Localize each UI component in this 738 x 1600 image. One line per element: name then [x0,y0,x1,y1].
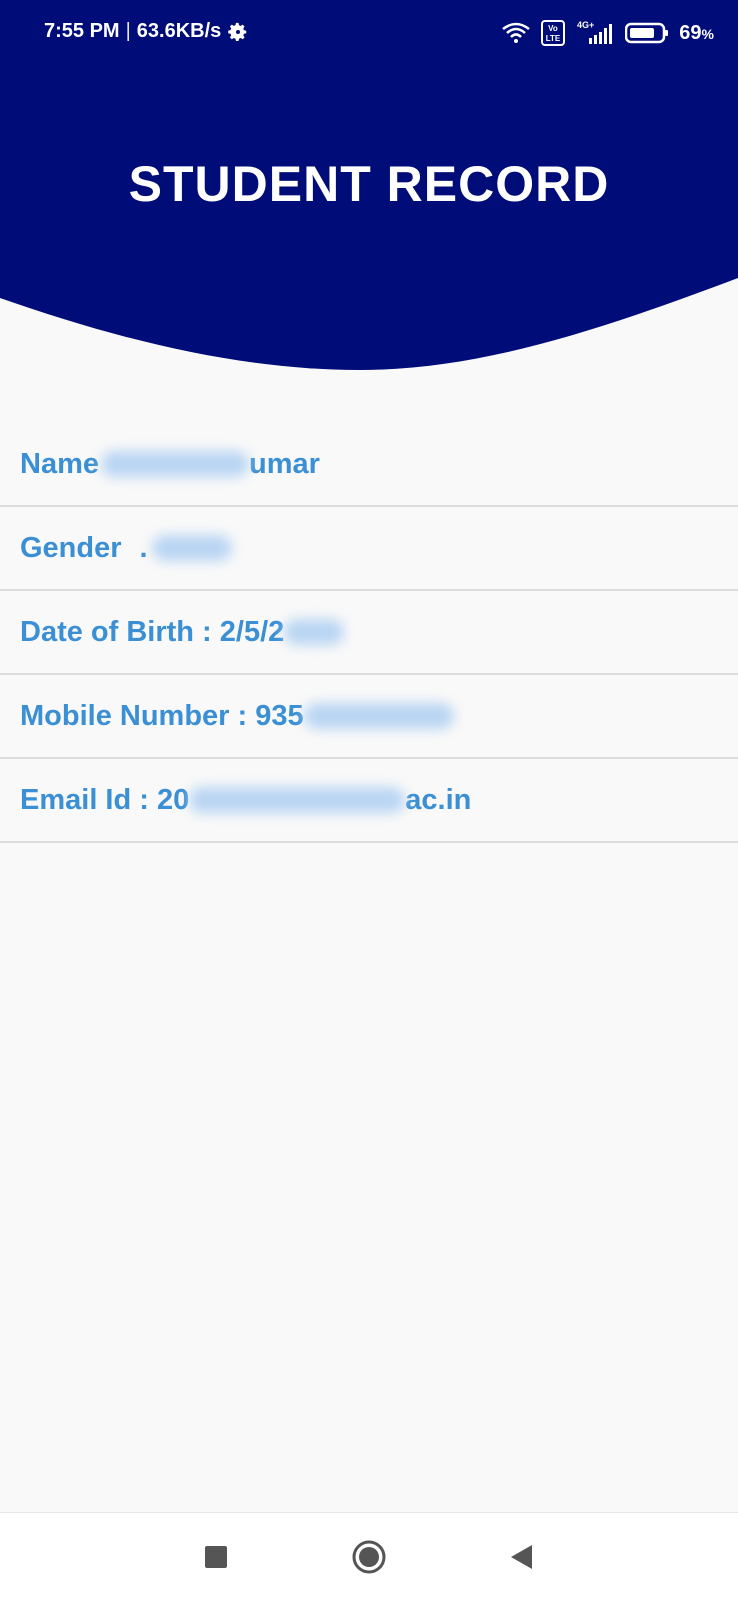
dob-separator: : [194,615,220,648]
recents-button[interactable] [194,1535,238,1579]
svg-text:LTE: LTE [546,34,561,43]
record-row-date-of-birth: Date of Birth : 2/5/2 [0,591,738,675]
system-nav-bar [0,1512,738,1600]
status-right: Vo LTE 4G+ 69 % [501,20,714,46]
name-label: Name [20,447,99,480]
redacted-value [284,619,345,645]
mobile-value: 935 [255,699,304,732]
email-domain-suffix: ac.in [405,783,472,816]
student-record-list: Name umar Gender . Date of Birth : 2/5/2… [0,423,738,843]
dob-value: 2/5/2 [219,615,285,648]
record-row-gender: Gender . [0,507,738,591]
email-separator: : [131,783,157,816]
email-value: 20 [156,783,190,816]
name-value: umar [249,447,320,480]
record-row-name: Name umar [0,423,738,507]
mobile-separator: : [229,699,256,732]
recents-square-icon [205,1546,227,1568]
home-button[interactable] [347,1535,391,1579]
redacted-value [101,451,249,477]
home-circle-icon [352,1540,386,1574]
status-separator: | [125,20,131,42]
app-screen: 7:55 PM | 63.6KB/s Vo LTE 4G+ 69 % STUDE… [0,0,738,1600]
back-button[interactable] [499,1535,543,1579]
battery-icon [625,22,669,44]
back-triangle-icon [511,1545,532,1569]
status-bar: 7:55 PM | 63.6KB/s Vo LTE 4G+ 69 % [0,0,738,70]
record-row-email-id: Email Id : 20 ac.in [0,759,738,843]
gender-value: . [139,531,148,564]
signal-icon: 4G+ [577,20,613,44]
settings-gear-icon [228,22,247,41]
gender-label: Gender [20,531,122,564]
status-left: 7:55 PM | 63.6KB/s [44,20,249,43]
network-speed: 63.6KB/s [136,20,222,42]
mobile-label: Mobile Number [20,699,230,732]
redacted-value [189,787,406,813]
redacted-value [151,535,232,561]
volte-icon: Vo LTE [541,20,566,46]
email-label: Email Id [20,783,132,816]
svg-text:4G+: 4G+ [577,20,594,30]
dob-label: Date of Birth [20,615,194,648]
page-title: STUDENT RECORD [128,156,610,212]
status-time: 7:55 PM [44,20,120,42]
redacted-value [303,703,454,729]
battery-percentage: 69 % [679,22,714,45]
battery-unit: % [701,25,714,42]
wifi-icon [502,22,531,43]
battery-level: 69 [679,21,702,44]
record-row-mobile-number: Mobile Number : 935 [0,675,738,759]
svg-text:Vo: Vo [548,24,558,33]
